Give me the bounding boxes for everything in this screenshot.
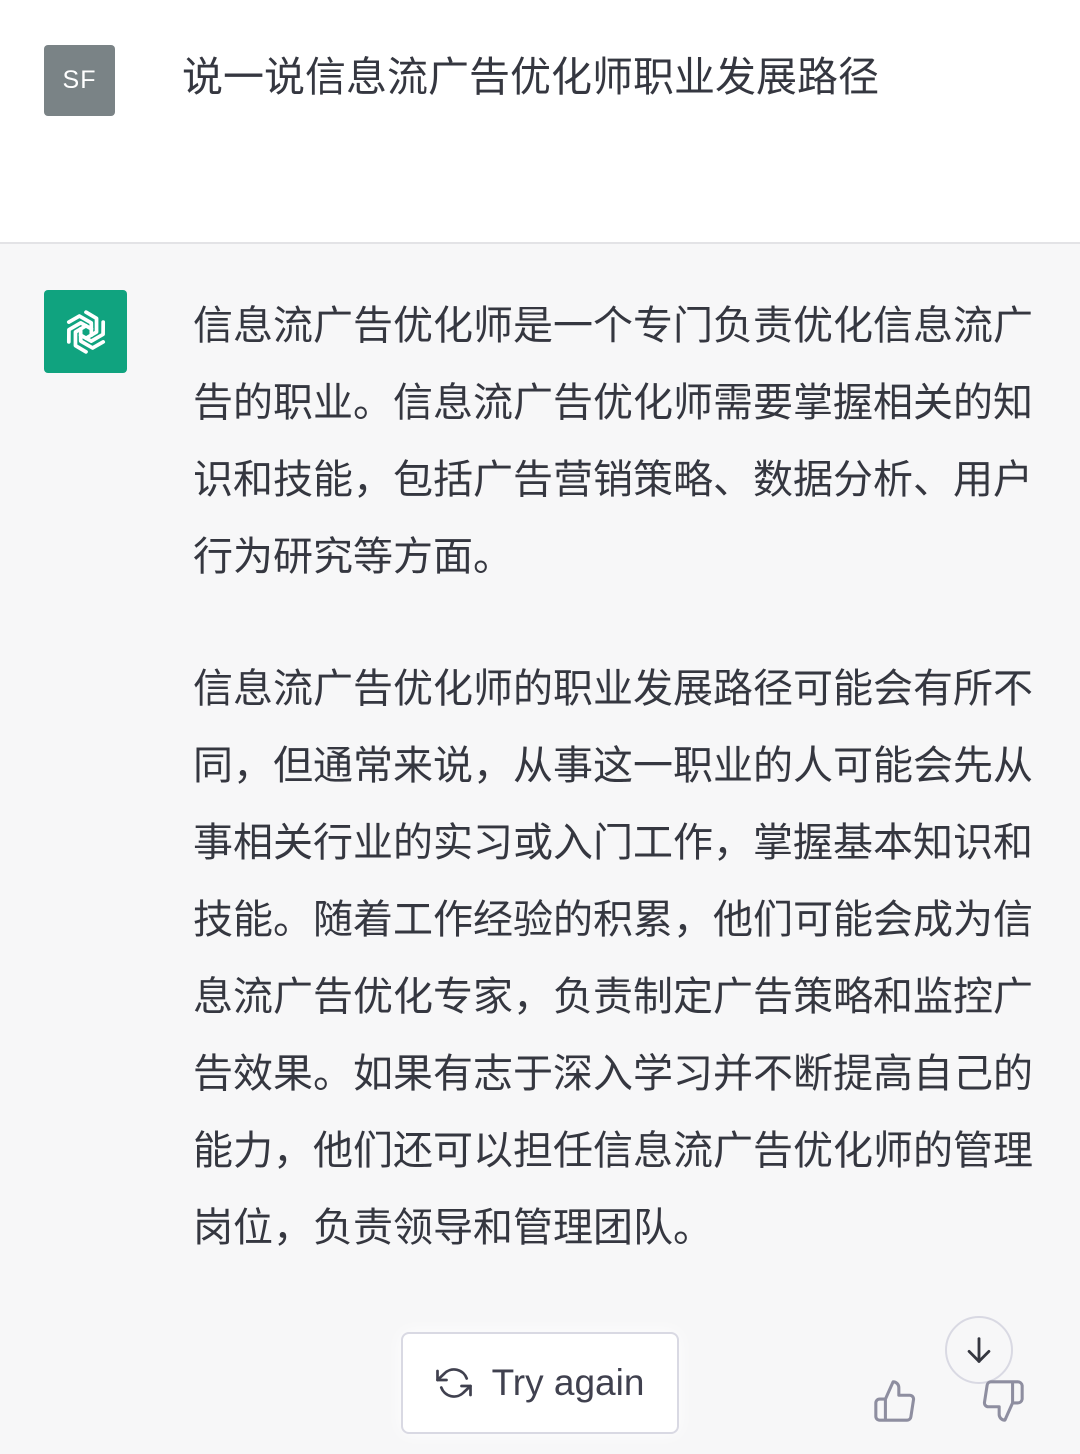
assistant-message-row: 信息流广告优化师是一个专门负责优化信息流广告的职业。信息流广告优化师需要掌握相关…: [0, 244, 1080, 1454]
chat-page: SF 说一说信息流广告优化师职业发展路径 信息流广告优化师是一个专门负责优化信息…: [0, 0, 1080, 1454]
openai-logo-icon: [66, 309, 105, 354]
assistant-paragraph-1: 信息流广告优化师是一个专门负责优化信息流广告的职业。信息流广告优化师需要掌握相关…: [193, 303, 1033, 580]
assistant-paragraph-2: 信息流广告优化师的职业发展路径可能会有所不同，但通常来说，从事这一职业的人可能会…: [193, 666, 1033, 1251]
assistant-avatar: [44, 290, 127, 373]
thumbs-down-button[interactable]: [980, 1378, 1026, 1424]
thumbs-up-icon: [874, 1380, 916, 1422]
try-again-label: Try again: [491, 1362, 645, 1403]
user-avatar: SF: [44, 45, 115, 116]
user-message-text: 说一说信息流广告优化师职业发展路径: [182, 53, 879, 101]
refresh-icon: [435, 1368, 472, 1398]
thumbs-down-icon: [982, 1380, 1024, 1422]
scroll-down-button[interactable]: [945, 1316, 1013, 1384]
user-message-row: SF 说一说信息流广告优化师职业发展路径: [0, 0, 1080, 244]
thumbs-up-button[interactable]: [872, 1378, 918, 1424]
assistant-message-text: 信息流广告优化师是一个专门负责优化信息流广告的职业。信息流广告优化师需要掌握相关…: [193, 288, 1035, 1322]
arrow-down-icon: [967, 1337, 991, 1363]
try-again-button[interactable]: Try again: [401, 1332, 679, 1434]
user-avatar-initials: SF: [62, 66, 97, 94]
